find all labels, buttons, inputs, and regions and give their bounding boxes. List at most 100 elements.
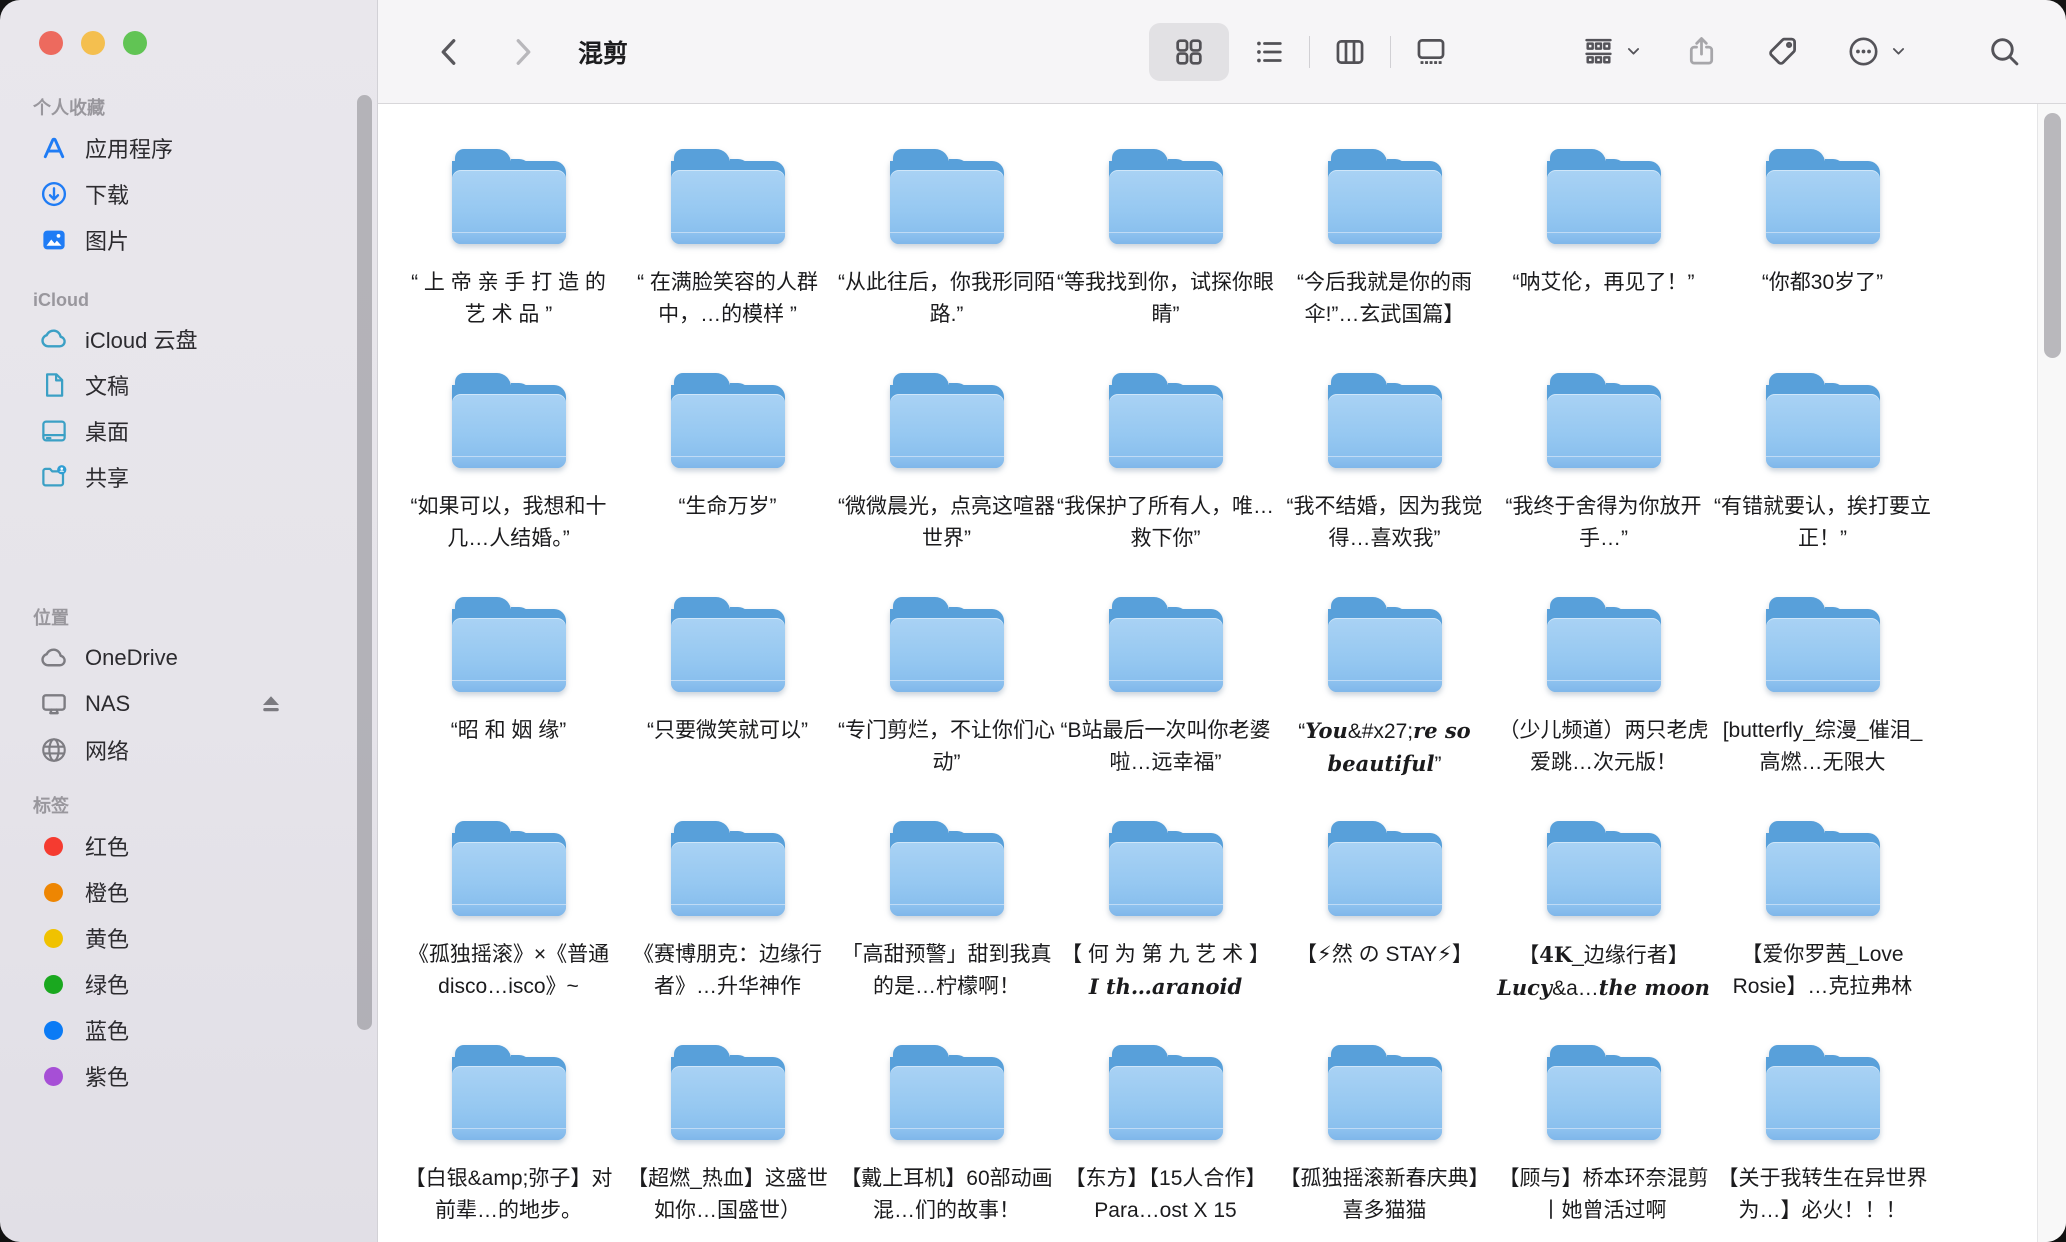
cloud-icon (39, 324, 69, 354)
content-scrollbar-thumb[interactable] (2044, 113, 2061, 358)
folder-item[interactable]: “今后我就是你的雨伞!”…玄武国篇】 (1275, 146, 1494, 370)
sidebar-item-tag-purple[interactable]: 紫色 (0, 1053, 377, 1099)
gallery-view-button[interactable] (1391, 23, 1471, 81)
folder-label: “今后我就是你的雨伞!”…玄武国篇】 (1276, 267, 1493, 331)
folder-item[interactable]: 【孤独摇滚新春庆典】喜多猫猫 (1275, 1042, 1494, 1242)
toolbar-actions (1581, 0, 2066, 103)
shared-folder-icon (39, 462, 69, 492)
folder-item[interactable]: “ 上 帝 亲 手 打 造 的 艺 术 品 ” (399, 146, 618, 370)
sidebar-section: 个人收藏应用程序下载图片 (0, 94, 377, 263)
sidebar-item-nas[interactable]: NAS (0, 681, 377, 727)
forward-button[interactable] (504, 34, 540, 70)
search-button[interactable] (1987, 34, 2022, 69)
folder-item[interactable]: “从此往后，你我形同陌路.” (837, 146, 1056, 370)
folder-icon (1766, 1045, 1880, 1140)
folder-item[interactable]: 【白银&amp;弥子】对前辈…的地步。 (399, 1042, 618, 1242)
sidebar-item-tag-red[interactable]: 红色 (0, 823, 377, 869)
folder-item[interactable]: “生命万岁” (618, 370, 837, 594)
sidebar-item-icloud-drive[interactable]: iCloud 云盘 (0, 316, 377, 362)
folder-item[interactable]: “等我找到你，试探你眼睛” (1056, 146, 1275, 370)
folder-item[interactable]: “You&#x27;re so beautiful” (1275, 594, 1494, 818)
folder-item[interactable]: 【关于我转生在异世界为…】必火！！！ (1713, 1042, 1932, 1242)
sidebar-item-desktop[interactable]: 桌面 (0, 408, 377, 454)
sidebar-scrollbar-thumb[interactable] (357, 95, 372, 1030)
folder-label: “昭 和 姻 缘” (451, 715, 567, 747)
folder-item[interactable]: “有错就要认，挨打要立正！” (1713, 370, 1932, 594)
sidebar-item-tag-blue[interactable]: 蓝色 (0, 1007, 377, 1053)
sidebar-item-documents[interactable]: 文稿 (0, 362, 377, 408)
folder-icon (1109, 597, 1223, 692)
column-view-button[interactable] (1310, 23, 1390, 81)
zoom-button[interactable] (123, 31, 147, 55)
share-icon (1684, 34, 1719, 69)
folder-label: 【超燃_热血】这盛世如你…国盛世） (619, 1163, 836, 1227)
folder-item[interactable]: “呐艾伦，再见了！” (1494, 146, 1713, 370)
sidebar-item-label: 橙色 (85, 876, 129, 908)
eject-icon[interactable] (256, 689, 286, 719)
sidebar-item-onedrive[interactable]: OneDrive (0, 635, 377, 681)
folder-item[interactable]: 《孤独摇滚》×《普通disco…isco》~ (399, 818, 618, 1042)
chevron-down-icon (1890, 43, 1907, 60)
folder-label: “我终于舍得为你放开手…” (1495, 491, 1712, 555)
back-button[interactable] (432, 34, 468, 70)
folder-item[interactable]: “你都30岁了” (1713, 146, 1932, 370)
folder-item[interactable]: “我不结婚，因为我觉得…喜欢我” (1275, 370, 1494, 594)
folder-item[interactable]: “ 在满脸笑容的人群中，…的模样 ” (618, 146, 837, 370)
more-icon (1846, 34, 1881, 69)
folder-item[interactable]: “B站最后一次叫你老婆啦…远幸福” (1056, 594, 1275, 818)
folder-item[interactable]: [butterfly_综漫_催泪_高燃…无限大 (1713, 594, 1932, 818)
folder-label: [butterfly_综漫_催泪_高燃…无限大 (1714, 715, 1931, 779)
list-view-button[interactable] (1229, 23, 1309, 81)
main-column: 混剪 “ 上 帝 亲 手 打 造 的 艺 术 品 ”“ 在满脸笑容的人群中，…的… (378, 0, 2066, 1242)
folder-item[interactable]: 【4K_边缘行者】Lucy&a…the moon (1494, 818, 1713, 1042)
folder-item[interactable]: 【⚡然 の STAY⚡】 (1275, 818, 1494, 1042)
sidebar-section-title: iCloud (33, 290, 377, 311)
folder-item[interactable]: （少儿频道）两只老虎爱跳…次元版！ (1494, 594, 1713, 818)
folder-item[interactable]: “微微晨光，点亮这喧器世界” (837, 370, 1056, 594)
folder-item[interactable]: 《赛博朋克：边缘行者》…升华神作 (618, 818, 837, 1042)
folder-item[interactable]: 【超燃_热血】这盛世如你…国盛世） (618, 1042, 837, 1242)
sidebar-item-pictures[interactable]: 图片 (0, 217, 377, 263)
folder-label: “呐艾伦，再见了！” (1513, 267, 1695, 299)
folder-item[interactable]: “专门剪烂，不让你们心动” (837, 594, 1056, 818)
appstore-icon (39, 133, 69, 163)
nav-buttons (432, 34, 540, 70)
folder-item[interactable]: “我保护了所有人，唯…救下你” (1056, 370, 1275, 594)
share-button[interactable] (1684, 34, 1719, 69)
sidebar-item-applications[interactable]: 应用程序 (0, 125, 377, 171)
folder-item[interactable]: “昭 和 姻 缘” (399, 594, 618, 818)
folder-item[interactable]: 【爱你罗茜_Love Rosie】…克拉弗林 (1713, 818, 1932, 1042)
folder-item[interactable]: 【东方】【15人合作】Para…ost X 15 (1056, 1042, 1275, 1242)
more-button[interactable] (1846, 34, 1907, 69)
folder-icon (1766, 821, 1880, 916)
icon-view-button[interactable] (1149, 23, 1229, 81)
tags-button[interactable] (1765, 34, 1800, 69)
group-button[interactable] (1581, 34, 1642, 69)
folder-item[interactable]: “我终于舍得为你放开手…” (1494, 370, 1713, 594)
folder-item[interactable]: 【戴上耳机】60部动画混…们的故事！ (837, 1042, 1056, 1242)
sidebar-item-label: NAS (85, 691, 130, 717)
folder-label: 【爱你罗茜_Love Rosie】…克拉弗林 (1714, 939, 1931, 1003)
sidebar-item-downloads[interactable]: 下载 (0, 171, 377, 217)
folder-icon (890, 821, 1004, 916)
folder-item[interactable]: 【 何 为 第 九 艺 术 】I th…aranoid (1056, 818, 1275, 1042)
folder-label: “ 上 帝 亲 手 打 造 的 艺 术 品 ” (400, 267, 617, 331)
folder-item[interactable]: 「高甜预警」甜到我真的是…柠檬啊！ (837, 818, 1056, 1042)
sidebar-item-network[interactable]: 网络 (0, 727, 377, 773)
folder-item[interactable]: “只要微笑就可以” (618, 594, 837, 818)
close-button[interactable] (39, 31, 63, 55)
folder-item[interactable]: 【顾与】桥本环奈混剪丨她曾活过啊 (1494, 1042, 1713, 1242)
sidebar-item-tag-yellow[interactable]: 黄色 (0, 915, 377, 961)
display-icon (39, 689, 69, 719)
minimize-button[interactable] (81, 31, 105, 55)
sidebar-item-tag-green[interactable]: 绿色 (0, 961, 377, 1007)
sidebar-item-label: 下载 (85, 178, 129, 210)
folder-label: “我不结婚，因为我觉得…喜欢我” (1276, 491, 1493, 555)
folder-label: “微微晨光，点亮这喧器世界” (838, 491, 1055, 555)
content-scrollbar-track[interactable] (2037, 104, 2066, 1242)
sidebar-item-shared[interactable]: 共享 (0, 454, 377, 500)
sidebar-item-tag-orange[interactable]: 橙色 (0, 869, 377, 915)
folder-icon (890, 597, 1004, 692)
folder-item[interactable]: “如果可以，我想和十几…人结婚。” (399, 370, 618, 594)
folder-grid: “ 上 帝 亲 手 打 造 的 艺 术 品 ”“ 在满脸笑容的人群中，…的模样 … (378, 104, 2066, 1242)
